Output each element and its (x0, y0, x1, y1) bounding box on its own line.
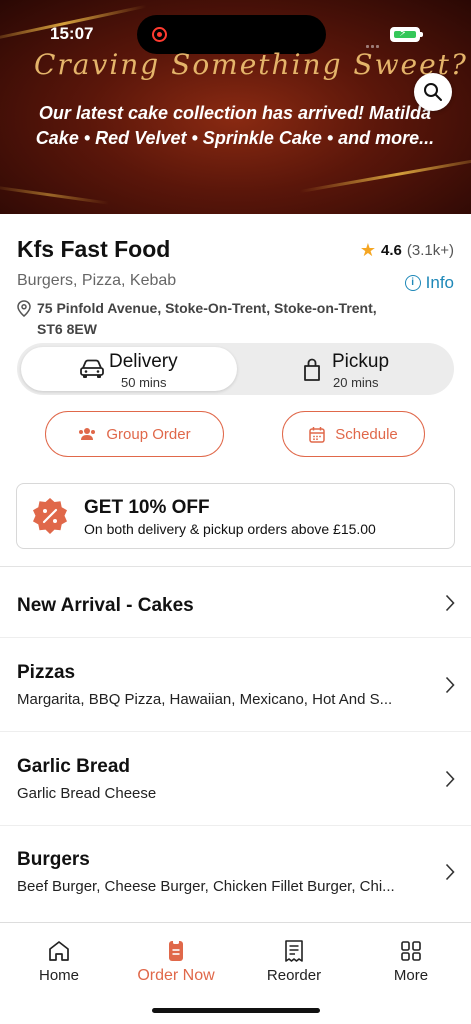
discount-badge-icon (33, 498, 67, 534)
status-time: 15:07 (50, 24, 94, 43)
category-items: Beef Burger, Cheese Burger, Chicken Fill… (17, 878, 395, 895)
category-row[interactable]: Garlic Bread Garlic Bread Cheese (0, 732, 471, 826)
restaurant-address: 75 Pinfold Avenue, Stoke-On-Trent, Stoke… (17, 298, 397, 340)
delivery-option[interactable]: Delivery 50 mins (21, 347, 237, 391)
category-title: New Arrival - Cakes (17, 595, 194, 616)
category-row[interactable]: New Arrival - Cakes (0, 567, 471, 638)
battery-icon: ⚡ (390, 27, 423, 42)
group-order-button[interactable]: Group Order (45, 411, 224, 457)
category-title: Garlic Bread (17, 756, 130, 777)
nav-more[interactable]: More (356, 939, 466, 984)
receipt-icon (285, 940, 303, 962)
delivery-time: 50 mins (121, 375, 167, 390)
discount-promo[interactable]: GET 10% OFF On both delivery & pickup or… (16, 483, 455, 549)
pickup-time: 20 mins (333, 375, 379, 390)
category-row[interactable]: Pizzas Margarita, BBQ Pizza, Hawaiian, M… (0, 638, 471, 732)
chevron-right-icon (445, 676, 455, 694)
calendar-icon (309, 426, 325, 443)
nav-reorder[interactable]: Reorder (239, 939, 349, 984)
promo-banner[interactable]: 15:07 ⚡ Craving Something Sweet? Our lat… (0, 0, 471, 214)
category-title: Burgers (17, 849, 90, 870)
chevron-right-icon (445, 594, 455, 612)
car-icon (80, 359, 104, 378)
pickup-label: Pickup (332, 351, 390, 372)
order-icon (169, 940, 183, 961)
promo-title: GET 10% OFF (84, 497, 210, 518)
location-pin-icon (17, 300, 31, 317)
decor-streak (299, 155, 471, 193)
address-text: 75 Pinfold Avenue, Stoke-On-Trent, Stoke… (37, 300, 377, 337)
nav-order-now[interactable]: Order Now (121, 939, 231, 985)
shopping-bag-icon (304, 358, 320, 381)
order-mode-toggle: Delivery 50 mins Pickup 20 mins (17, 343, 454, 395)
banner-message: Our latest cake collection has arrived! … (35, 103, 435, 148)
category-items: Garlic Bread Cheese (17, 785, 157, 802)
nav-reorder-label: Reorder (266, 967, 322, 984)
info-label: Info (425, 273, 454, 292)
restaurant-name: Kfs Fast Food (17, 236, 171, 262)
rating-count: (3.1k+) (406, 242, 454, 259)
schedule-label: Schedule (335, 425, 398, 443)
group-order-label: Group Order (106, 425, 191, 443)
nav-home[interactable]: Home (4, 939, 114, 984)
delivery-label: Delivery (109, 351, 178, 372)
rating-score: 4.6 (381, 242, 402, 259)
recording-icon (152, 27, 167, 42)
nav-order-now-label: Order Now (137, 967, 215, 984)
pickup-option[interactable]: Pickup 20 mins (237, 347, 453, 391)
nav-home-label: Home (38, 967, 79, 984)
banner-headline: Craving Something Sweet? (34, 48, 468, 81)
search-icon (424, 83, 442, 101)
home-icon (49, 941, 69, 961)
star-icon: ★ (359, 240, 377, 260)
info-icon: i (404, 275, 421, 291)
decor-streak (0, 185, 110, 205)
category-row[interactable]: Burgers Beef Burger, Cheese Burger, Chic… (0, 826, 471, 922)
category-title: Pizzas (17, 662, 76, 683)
rating: ★ 4.6 (3.1k+) (360, 240, 454, 261)
nav-more-label: More (393, 967, 429, 984)
grid-icon (401, 941, 421, 961)
promo-subtitle: On both delivery & pickup orders above £… (84, 521, 376, 537)
category-items: Margarita, BBQ Pizza, Hawaiian, Mexicano… (17, 691, 393, 708)
chevron-right-icon (445, 863, 455, 881)
search-button[interactable] (414, 73, 452, 111)
schedule-button[interactable]: Schedule (282, 411, 425, 457)
info-link[interactable]: i Info (404, 273, 454, 293)
group-icon (79, 428, 96, 440)
cuisine-list: Burgers, Pizza, Kebab (17, 272, 177, 289)
chevron-right-icon (445, 770, 455, 788)
home-indicator (152, 1008, 320, 1013)
